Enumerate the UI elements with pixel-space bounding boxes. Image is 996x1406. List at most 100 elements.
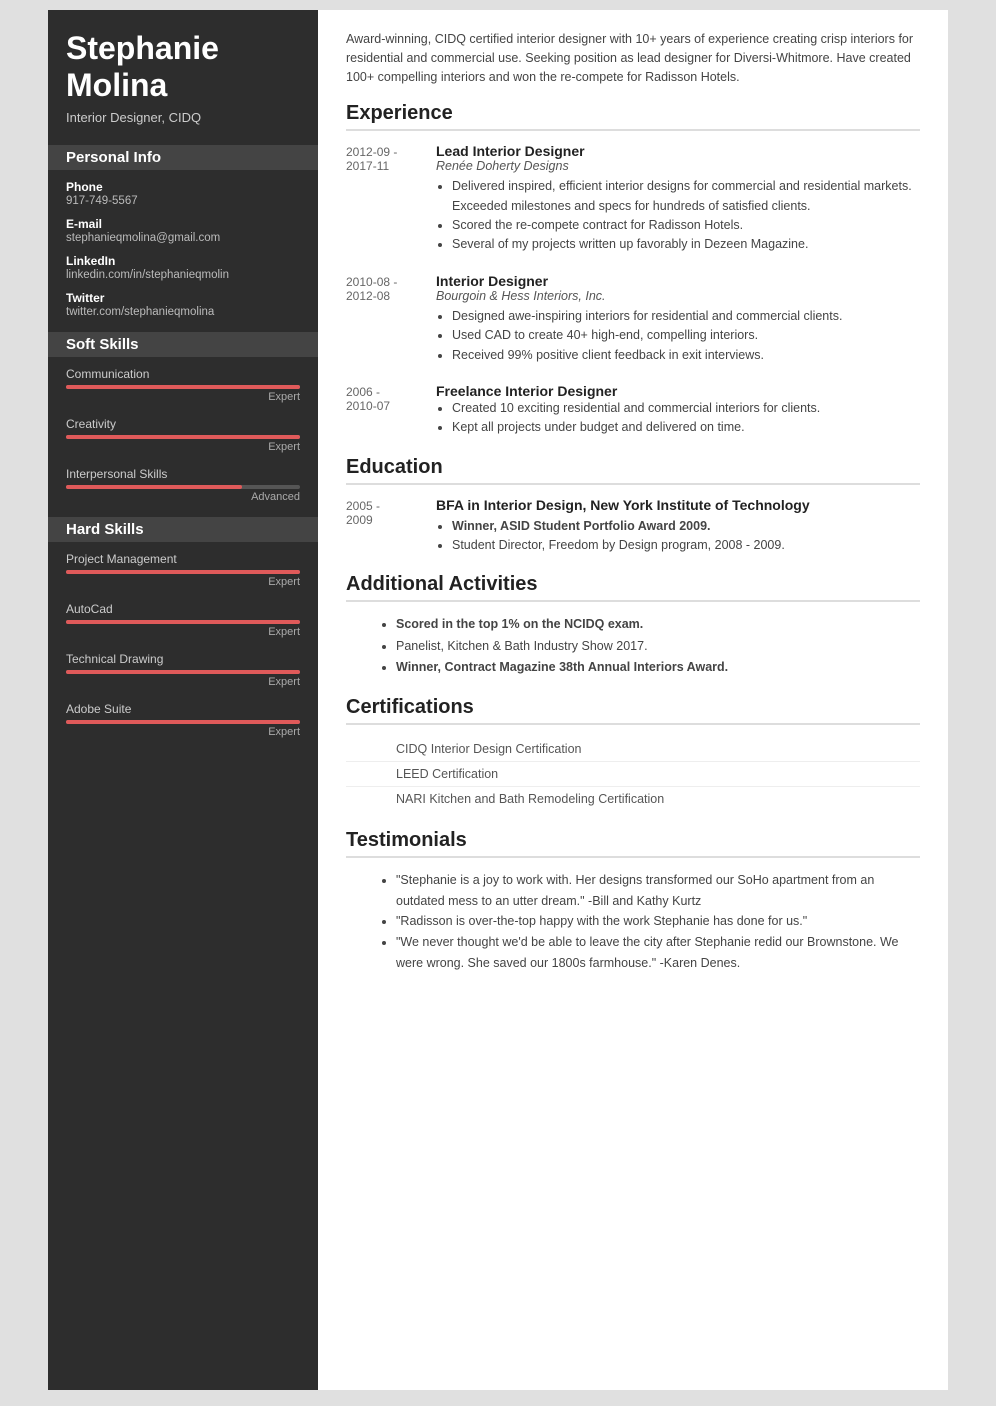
- skill-bar-fill: [66, 570, 300, 574]
- exp-bullet: Received 99% positive client feedback in…: [452, 346, 920, 365]
- soft-skills-header: Soft Skills: [48, 332, 318, 357]
- activities-list: Scored in the top 1% on the NCIDQ exam.P…: [346, 614, 920, 678]
- skill-level: Expert: [66, 726, 300, 738]
- testimonial-item: "We never thought we'd be able to leave …: [396, 932, 920, 973]
- skill-bar-bg: [66, 435, 300, 439]
- skill-bar-bg: [66, 670, 300, 674]
- testimonial-item: "Radisson is over-the-top happy with the…: [396, 911, 920, 932]
- hard-skills-list: Project Management Expert AutoCad Expert…: [66, 552, 300, 738]
- skill-bar-fill: [66, 720, 300, 724]
- hard-skill-item: Technical Drawing Expert: [66, 652, 300, 688]
- skill-bar-bg: [66, 385, 300, 389]
- linkedin-label: LinkedIn: [66, 254, 300, 268]
- education-item: 2005 -2009 BFA in Interior Design, New Y…: [346, 497, 920, 556]
- skill-name: Technical Drawing: [66, 652, 300, 666]
- skill-bar-bg: [66, 570, 300, 574]
- skill-level: Expert: [66, 441, 300, 453]
- testimonials-list: "Stephanie is a joy to work with. Her de…: [346, 870, 920, 973]
- summary: Award-winning, CIDQ certified interior d…: [346, 30, 920, 86]
- hard-skills-header: Hard Skills: [48, 517, 318, 542]
- soft-skill-item: Creativity Expert: [66, 417, 300, 453]
- exp-bullet: Kept all projects under budget and deliv…: [452, 418, 920, 437]
- skill-bar-fill: [66, 385, 300, 389]
- activities-header: Additional Activities: [346, 573, 920, 602]
- exp-bullet: Used CAD to create 40+ high-end, compell…: [452, 326, 920, 345]
- experience-section: Experience 2012-09 -2017-11 Lead Interio…: [346, 102, 920, 437]
- exp-content: Lead Interior Designer Renée Doherty Des…: [436, 143, 920, 255]
- education-section: Education 2005 -2009 BFA in Interior Des…: [346, 456, 920, 556]
- exp-bullet: Designed awe-inspiring interiors for res…: [452, 307, 920, 326]
- education-list: 2005 -2009 BFA in Interior Design, New Y…: [346, 497, 920, 556]
- skill-name: Interpersonal Skills: [66, 467, 300, 481]
- certifications-section: Certifications CIDQ Interior Design Cert…: [346, 696, 920, 811]
- skill-level: Expert: [66, 391, 300, 403]
- testimonial-item: "Stephanie is a joy to work with. Her de…: [396, 870, 920, 911]
- edu-content: BFA in Interior Design, New York Institu…: [436, 497, 920, 556]
- exp-content: Interior Designer Bourgoin & Hess Interi…: [436, 273, 920, 365]
- exp-bullet: Created 10 exciting residential and comm…: [452, 399, 920, 418]
- phone-value: 917-749-5567: [66, 195, 300, 207]
- exp-bullet: Delivered inspired, efficient interior d…: [452, 177, 920, 216]
- testimonials-section: Testimonials "Stephanie is a joy to work…: [346, 829, 920, 973]
- personal-info-header: Personal Info: [48, 145, 318, 170]
- exp-bullets: Created 10 exciting residential and comm…: [436, 399, 920, 438]
- skill-name: Creativity: [66, 417, 300, 431]
- activity-item: Panelist, Kitchen & Bath Industry Show 2…: [396, 636, 920, 657]
- edu-bullet: Winner, ASID Student Portfolio Award 200…: [452, 517, 920, 536]
- skill-level: Expert: [66, 676, 300, 688]
- exp-bullets: Delivered inspired, efficient interior d…: [436, 177, 920, 255]
- exp-bullet: Several of my projects written up favora…: [452, 235, 920, 254]
- exp-bullet: Scored the re-compete contract for Radis…: [452, 216, 920, 235]
- skill-bar-bg: [66, 620, 300, 624]
- edu-bullets: Winner, ASID Student Portfolio Award 200…: [436, 517, 920, 556]
- edu-bullet: Student Director, Freedom by Design prog…: [452, 536, 920, 555]
- soft-skills-list: Communication Expert Creativity Expert I…: [66, 367, 300, 503]
- email-value: stephanieqmolina@gmail.com: [66, 232, 300, 244]
- skill-level: Expert: [66, 576, 300, 588]
- experience-header: Experience: [346, 102, 920, 131]
- certifications-list: CIDQ Interior Design CertificationLEED C…: [346, 737, 920, 811]
- phone-label: Phone: [66, 180, 300, 194]
- experience-item: 2010-08 -2012-08 Interior Designer Bourg…: [346, 273, 920, 365]
- testimonials-header: Testimonials: [346, 829, 920, 858]
- activities-section: Additional Activities Scored in the top …: [346, 573, 920, 678]
- hard-skill-item: Project Management Expert: [66, 552, 300, 588]
- linkedin-value: linkedin.com/in/stephanieqmolin: [66, 269, 300, 281]
- experience-item: 2012-09 -2017-11 Lead Interior Designer …: [346, 143, 920, 255]
- certifications-header: Certifications: [346, 696, 920, 725]
- skill-bar-fill: [66, 485, 242, 489]
- exp-bullets: Designed awe-inspiring interiors for res…: [436, 307, 920, 365]
- skill-name: Communication: [66, 367, 300, 381]
- exp-title: Lead Interior Designer: [436, 143, 920, 159]
- exp-date: 2006 -2010-07: [346, 383, 436, 438]
- exp-content: Freelance Interior Designer Created 10 e…: [436, 383, 920, 438]
- soft-skill-item: Interpersonal Skills Advanced: [66, 467, 300, 503]
- candidate-title: Interior Designer, CIDQ: [66, 110, 300, 125]
- skill-name: Adobe Suite: [66, 702, 300, 716]
- exp-title: Freelance Interior Designer: [436, 383, 920, 399]
- exp-date: 2010-08 -2012-08: [346, 273, 436, 365]
- activity-item: Scored in the top 1% on the NCIDQ exam.: [396, 614, 920, 635]
- education-header: Education: [346, 456, 920, 485]
- skill-name: AutoCad: [66, 602, 300, 616]
- experience-item: 2006 -2010-07 Freelance Interior Designe…: [346, 383, 920, 438]
- edu-title: BFA in Interior Design, New York Institu…: [436, 497, 920, 513]
- skill-bar-bg: [66, 720, 300, 724]
- exp-company: Bourgoin & Hess Interiors, Inc.: [436, 289, 920, 303]
- certification-item: LEED Certification: [346, 762, 920, 787]
- soft-skill-item: Communication Expert: [66, 367, 300, 403]
- activity-item: Winner, Contract Magazine 38th Annual In…: [396, 657, 920, 678]
- exp-title: Interior Designer: [436, 273, 920, 289]
- sidebar: Stephanie Molina Interior Designer, CIDQ…: [48, 10, 318, 1390]
- skill-bar-fill: [66, 670, 300, 674]
- exp-date: 2012-09 -2017-11: [346, 143, 436, 255]
- skill-bar-bg: [66, 485, 300, 489]
- twitter-label: Twitter: [66, 291, 300, 305]
- certification-item: CIDQ Interior Design Certification: [346, 737, 920, 762]
- twitter-value: twitter.com/stephanieqmolina: [66, 306, 300, 318]
- skill-level: Expert: [66, 626, 300, 638]
- hard-skill-item: AutoCad Expert: [66, 602, 300, 638]
- edu-date: 2005 -2009: [346, 497, 436, 556]
- email-label: E-mail: [66, 217, 300, 231]
- exp-company: Renée Doherty Designs: [436, 159, 920, 173]
